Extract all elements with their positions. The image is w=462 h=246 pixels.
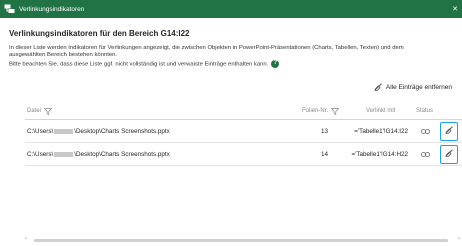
column-status-label: Status [416, 108, 434, 114]
remove-all-button[interactable]: Alle Einträge entfernen [374, 83, 452, 92]
description-line-2: ausgewählten Bereich bestehen könnten. [9, 52, 118, 59]
remove-all-label: Alle Einträge entfernen [385, 84, 452, 91]
horizontal-scrollbar[interactable]: ‹ › [25, 236, 462, 243]
column-header-linked: Verlinkt mit [366, 102, 395, 120]
table-header: Datei Folien-Nr. Verlinkt mit Status [25, 102, 462, 120]
window-title: Verlinkungsindikatoren [19, 5, 85, 13]
help-icon[interactable]: ? [271, 59, 280, 68]
linked-range: ='Tabelle1'!G14:I22 [354, 128, 408, 135]
column-linked-label: Verlinkt mit [366, 108, 396, 114]
description-text: In dieser Liste werden Indikatoren für V… [9, 45, 455, 69]
eraser-icon [374, 83, 383, 92]
remove-entry-button[interactable] [440, 145, 458, 164]
column-header-status: Status [416, 102, 433, 120]
column-header-file[interactable]: Datei [27, 102, 53, 120]
description-line-3: Bitte beachten Sie, dass diese Liste ggf… [9, 59, 455, 69]
eraser-icon [444, 149, 454, 160]
scroll-left-icon[interactable]: ‹ [25, 236, 27, 242]
filter-icon[interactable] [44, 107, 53, 115]
eraser-icon [444, 126, 454, 137]
scroll-right-icon[interactable]: › [458, 236, 460, 242]
title-bar: Verlinkungsindikatoren ✕ [0, 0, 462, 18]
table-row[interactable]: C:\Users\ \Desktop\Charts Screenshots.ppt… [25, 143, 462, 166]
app-icon [3, 3, 15, 15]
table-row[interactable]: C:\Users\ \Desktop\Charts Screenshots.ppt… [25, 120, 462, 143]
remove-entry-button[interactable] [440, 122, 458, 141]
scrollbar-thumb[interactable] [34, 239, 448, 242]
column-file-label: Datei [27, 108, 42, 114]
close-button[interactable]: ✕ [448, 0, 462, 18]
description-line-3-text: Bitte beachten Sie, dass diese Liste ggf… [9, 61, 269, 68]
filter-icon[interactable] [331, 107, 340, 115]
page-title: Verlinkungsindikatoren für den Bereich G… [9, 29, 190, 38]
links-table: Datei Folien-Nr. Verlinkt mit Status C:\… [25, 102, 462, 166]
link-status-icon [421, 143, 430, 166]
description-line-1: In dieser Liste werden Indikatoren für V… [9, 45, 404, 51]
column-header-slide[interactable]: Folien-Nr. [302, 102, 340, 120]
linked-range: ='Tabelle1'!G14:H22 [351, 151, 409, 158]
link-status-icon [421, 120, 430, 143]
column-slide-label: Folien-Nr. [302, 108, 329, 114]
